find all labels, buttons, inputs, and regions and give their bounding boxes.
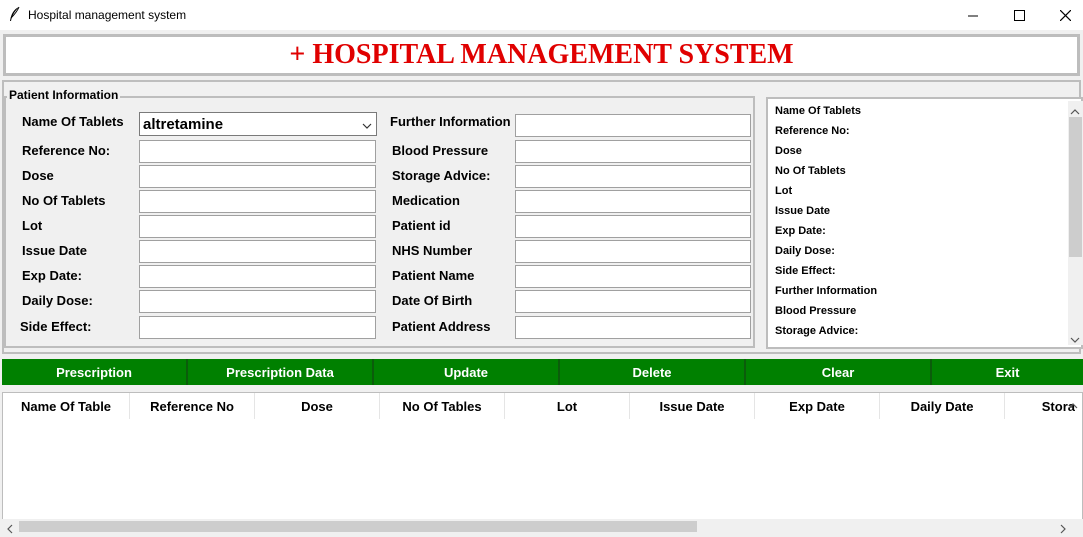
name-of-tablets-combo[interactable]: altretamine	[139, 112, 377, 136]
storage-advice-field[interactable]	[515, 165, 751, 188]
further-information-field[interactable]	[515, 114, 751, 137]
label-reference-no: Reference No:	[22, 143, 111, 158]
clear-button[interactable]: Clear	[746, 359, 932, 385]
column-header[interactable]: Reference No	[130, 393, 255, 419]
issue-date-field[interactable]	[139, 240, 376, 263]
receipt-line: Further Information	[775, 285, 878, 297]
group-label: Patient Information	[7, 88, 121, 102]
label-patient-name: Patient Name	[392, 268, 475, 283]
receipt-line: Storage Advice:	[775, 325, 859, 337]
maximize-button[interactable]	[996, 0, 1042, 30]
side-effect-field[interactable]	[139, 316, 376, 339]
update-button[interactable]: Update	[374, 359, 560, 385]
column-header[interactable]: Dose	[255, 393, 380, 419]
medication-field[interactable]	[515, 190, 751, 213]
no-of-tablets-field[interactable]	[139, 190, 376, 213]
column-header[interactable]: Daily Date	[880, 393, 1005, 419]
blood-pressure-field[interactable]	[515, 140, 751, 163]
patient-name-field[interactable]	[515, 265, 751, 288]
chevron-right-icon[interactable]	[1059, 522, 1067, 537]
receipt-line: No Of Tablets	[775, 165, 846, 177]
receipt-line: Dose	[775, 145, 802, 157]
combo-value: altretamine	[143, 116, 224, 133]
column-header[interactable]: Name Of Table	[3, 393, 130, 419]
records-table[interactable]: Name Of Table Reference No Dose No Of Ta…	[2, 392, 1083, 534]
heading-frame: + HOSPITAL MANAGEMENT SYSTEM	[3, 34, 1080, 76]
label-name-of-tablets: Name Of Tablets	[22, 114, 124, 129]
chevron-down-icon[interactable]	[362, 119, 372, 134]
label-side-effect: Side Effect:	[20, 319, 92, 334]
label-daily-dose: Daily Dose:	[22, 293, 93, 308]
maximize-icon	[1013, 9, 1025, 21]
patient-address-field[interactable]	[515, 316, 751, 339]
patient-id-field[interactable]	[515, 215, 751, 238]
label-blood-pressure: Blood Pressure	[392, 143, 489, 158]
receipt-line: Exp Date:	[775, 225, 826, 237]
column-header[interactable]: No Of Tables	[380, 393, 505, 419]
scrollbar-thumb[interactable]	[19, 521, 697, 532]
chevron-down-icon[interactable]	[1070, 332, 1080, 347]
title-bar: Hospital management system	[0, 0, 1083, 30]
page-title: + HOSPITAL MANAGEMENT SYSTEM	[289, 39, 794, 70]
minimize-button[interactable]	[950, 0, 996, 30]
label-no-of-tablets: No Of Tablets	[22, 193, 106, 208]
exp-date-field[interactable]	[139, 265, 376, 288]
label-patient-id: Patient id	[392, 218, 451, 233]
lot-field[interactable]	[139, 215, 376, 238]
close-icon	[1059, 9, 1071, 21]
column-header[interactable]: Exp Date	[755, 393, 880, 419]
feather-icon	[8, 6, 22, 22]
receipt-line: Daily Dose:	[775, 245, 835, 257]
close-button[interactable]	[1042, 0, 1083, 30]
reference-no-field[interactable]	[139, 140, 376, 163]
receipt-line: Name Of Tablets	[775, 105, 861, 117]
window-title: Hospital management system	[28, 8, 187, 22]
receipt-scrollbar[interactable]	[1068, 101, 1083, 345]
delete-button[interactable]: Delete	[560, 359, 746, 385]
receipt-line: Blood Pressure	[775, 305, 857, 317]
label-medication: Medication	[392, 193, 460, 208]
column-header[interactable]: Issue Date	[630, 393, 755, 419]
chevron-up-icon[interactable]	[1068, 398, 1078, 413]
label-further-information: Further Information	[390, 114, 511, 129]
receipt-line: Lot	[775, 185, 793, 197]
receipt-line: Reference No:	[775, 125, 850, 137]
prescription-data-button[interactable]: Prescription Data	[188, 359, 374, 385]
label-dose: Dose	[22, 168, 54, 183]
column-header[interactable]: Lot	[505, 393, 630, 419]
exit-button[interactable]: Exit	[932, 359, 1083, 385]
dose-field[interactable]	[139, 165, 376, 188]
label-date-of-birth: Date Of Birth	[392, 293, 473, 308]
prescription-button[interactable]: Prescription	[2, 359, 188, 385]
label-issue-date: Issue Date	[22, 243, 88, 258]
table-horizontal-scrollbar[interactable]	[2, 519, 1083, 534]
date-of-birth-field[interactable]	[515, 290, 751, 313]
chevron-left-icon[interactable]	[6, 522, 14, 537]
prescription-text-area[interactable]: Name Of Tablets Reference No: Dose No Of…	[766, 97, 1083, 349]
label-exp-date: Exp Date:	[22, 268, 82, 283]
receipt-line: Issue Date	[775, 205, 831, 217]
scrollbar-thumb[interactable]	[1069, 117, 1082, 257]
minimize-icon	[967, 15, 978, 16]
label-lot: Lot	[22, 218, 43, 233]
label-nhs-number: NHS Number	[392, 243, 473, 258]
receipt-line: Side Effect:	[775, 265, 836, 277]
label-patient-address: Patient Address	[392, 319, 491, 334]
nhs-number-field[interactable]	[515, 240, 751, 263]
column-header[interactable]: Stora	[1005, 393, 1075, 419]
daily-dose-field[interactable]	[139, 290, 376, 313]
label-storage-advice: Storage Advice:	[392, 168, 491, 183]
button-bar: Prescription Prescription Data Update De…	[2, 359, 1083, 385]
